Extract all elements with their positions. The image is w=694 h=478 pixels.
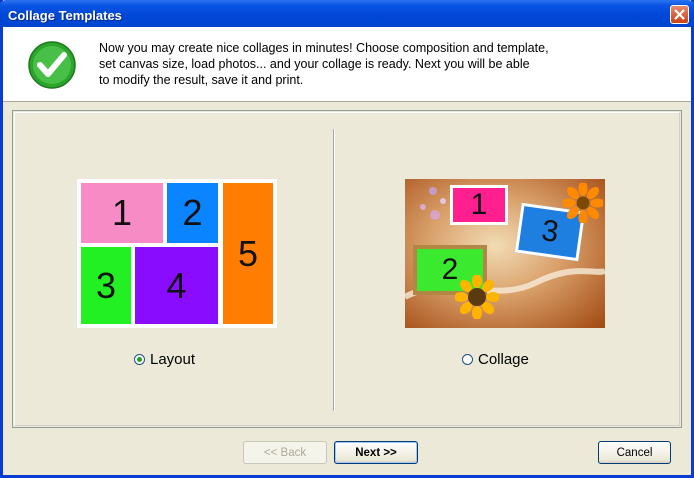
intro-line-1: Now you may create nice collages in minu… xyxy=(99,41,549,55)
back-button[interactable]: << Back xyxy=(243,441,327,464)
flower-icon xyxy=(563,183,603,223)
close-button[interactable] xyxy=(670,5,689,24)
template-choice-panel: 1 2 5 3 4 1 3 2 Layout Collage xyxy=(12,110,682,428)
layout-radio-button[interactable] xyxy=(134,354,145,365)
sunflower-icon xyxy=(455,275,499,319)
layout-radio-option[interactable]: Layout xyxy=(134,351,195,368)
intro-line-3: to modify the result, save it and print. xyxy=(99,73,304,87)
collage-radio-button[interactable] xyxy=(462,354,473,365)
layout-radio-label: Layout xyxy=(150,351,196,368)
layout-cell-1: 1 xyxy=(81,183,163,243)
window-title: Collage Templates xyxy=(8,8,122,23)
next-button[interactable]: Next >> xyxy=(334,441,418,464)
close-icon xyxy=(674,9,685,20)
title-bar[interactable]: Collage Templates xyxy=(0,0,694,30)
collage-radio-label: Collage xyxy=(478,351,529,368)
collage-frame-1: 1 xyxy=(450,185,508,225)
layout-cell-5: 5 xyxy=(223,183,273,324)
collage-preview[interactable]: 1 3 2 xyxy=(405,179,605,328)
info-header: Now you may create nice collages in minu… xyxy=(3,27,691,102)
layout-cell-4: 4 xyxy=(135,247,218,324)
checkmark-icon xyxy=(28,41,76,89)
layout-cell-2: 2 xyxy=(167,183,218,243)
collage-templates-dialog: Collage Templates Now you may create nic… xyxy=(0,0,694,478)
panel-divider xyxy=(333,129,335,411)
intro-line-2: set canvas size, load photos... and your… xyxy=(99,57,530,71)
layout-preview[interactable]: 1 2 5 3 4 xyxy=(77,179,277,328)
cancel-button[interactable]: Cancel xyxy=(598,441,671,464)
intro-text: Now you may create nice collages in minu… xyxy=(99,40,619,88)
layout-cell-3: 3 xyxy=(81,247,131,324)
collage-radio-option[interactable]: Collage xyxy=(462,351,529,368)
